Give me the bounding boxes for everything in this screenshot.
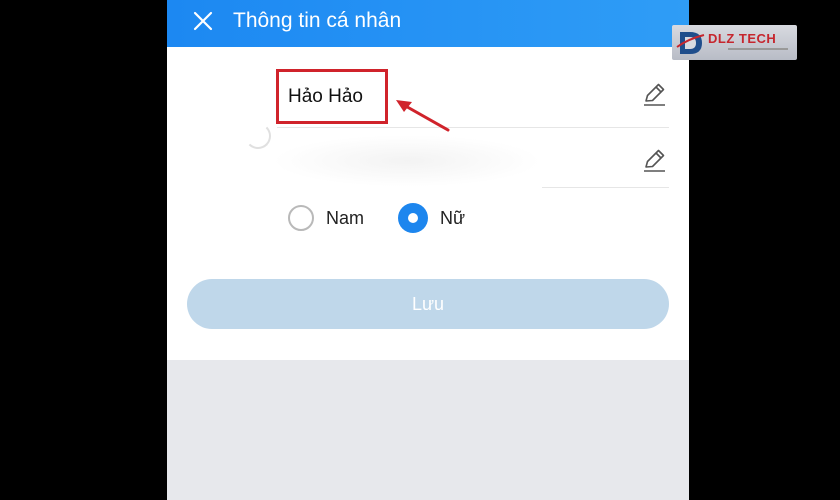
birthday-field-underline [542,187,669,188]
watermark-tagline [728,48,788,50]
save-button[interactable]: Lưu [187,279,669,329]
watermark-brand-text: DLZ TECH [708,31,777,46]
close-icon[interactable] [191,9,215,33]
dlz-logo-icon [676,32,705,54]
gender-label-female: Nữ [440,207,466,228]
gender-option-female[interactable]: Nữ [398,203,465,233]
radio-dot [408,213,418,223]
phone-screen: Thông tin cá nhân Hảo Hảo Nam Nữ Lưu [167,0,689,500]
app-header: Thông tin cá nhân [167,0,689,47]
radio-checked-icon[interactable] [398,203,428,233]
annotation-arrow-icon [396,100,450,132]
watermark-logo: DLZ TECH [672,25,797,60]
birthday-field-blurred [272,135,542,187]
name-field-underline [277,127,669,128]
edit-name-pencil-icon[interactable] [641,81,667,107]
avatar[interactable] [245,123,271,149]
gender-label-male: Nam [326,207,365,228]
edit-birthday-pencil-icon[interactable] [641,147,667,173]
radio-unchecked-icon[interactable] [288,205,314,231]
gender-option-male[interactable]: Nam [288,205,364,231]
annotation-highlight-box [276,69,388,124]
page-title: Thông tin cá nhân [233,9,402,32]
